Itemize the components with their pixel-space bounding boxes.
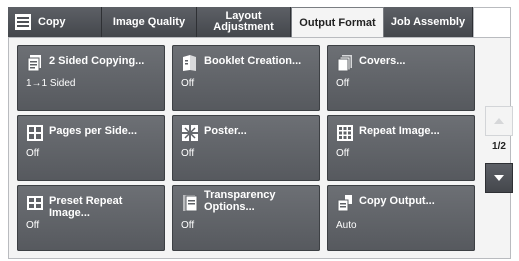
tile-title: 2 Sided Copying... (49, 55, 145, 67)
booklet-creation-button[interactable]: Booklet Creation... Off (172, 45, 320, 111)
preset-repeat-image-icon (26, 194, 44, 212)
repeat-image-button[interactable]: Repeat Image... Off (327, 115, 475, 181)
transparency-options-button[interactable]: Transparency Options... Off (172, 185, 320, 251)
tile-value: Off (181, 78, 195, 89)
tile-value: Off (26, 220, 40, 231)
covers-icon (336, 54, 354, 72)
tile-value: Off (336, 148, 350, 159)
tab-layout-adjustment[interactable]: Layout Adjustment (197, 7, 291, 37)
tile-value: Auto (336, 220, 357, 231)
tab-label: Image Quality (112, 15, 186, 28)
copy-output-icon (336, 194, 354, 212)
chevron-down-icon (494, 175, 504, 181)
tile-title: Copy Output... (359, 195, 435, 207)
tab-image-quality[interactable]: Image Quality (102, 7, 197, 37)
tile-title: Pages per Side... (49, 125, 138, 137)
pages-per-side-button[interactable]: Pages per Side... Off (17, 115, 165, 181)
tile-title: Poster... (204, 125, 247, 137)
tab-bar: Copy Image Quality Layout Adjustment Out… (8, 7, 473, 39)
transparency-icon (181, 194, 199, 212)
chevron-up-icon (494, 118, 504, 124)
poster-icon (181, 124, 199, 142)
scroll-up-button[interactable] (485, 106, 513, 136)
page-indicator: 1/2 (492, 141, 506, 152)
tile-value: Off (181, 220, 195, 231)
tile-value: Off (181, 148, 195, 159)
preset-repeat-image-button[interactable]: Preset Repeat Image... Off (17, 185, 165, 251)
copy-output-button[interactable]: Copy Output... Auto (327, 185, 475, 251)
booklet-icon (181, 54, 199, 72)
tile-value: Off (336, 78, 350, 89)
pages-per-side-icon (26, 124, 44, 142)
tile-title: Covers... (359, 55, 406, 67)
two-sided-copy-icon (26, 54, 44, 72)
tile-title: Repeat Image... (359, 125, 440, 137)
tile-value: Off (26, 148, 40, 159)
copy-icon (14, 13, 32, 31)
tab-job-assembly[interactable]: Job Assembly (384, 7, 473, 37)
screen: Copy Image Quality Layout Adjustment Out… (0, 0, 519, 261)
repeat-image-icon (336, 124, 354, 142)
tab-output-format[interactable]: Output Format (291, 7, 384, 39)
feature-panel: 2 Sided Copying... 1→1 Sided Booklet Cre… (8, 37, 511, 259)
tile-title: Booklet Creation... (204, 55, 302, 67)
poster-button[interactable]: Poster... Off (172, 115, 320, 181)
tab-copy[interactable]: Copy (8, 7, 102, 37)
two-sided-copying-button[interactable]: 2 Sided Copying... 1→1 Sided (17, 45, 165, 111)
tab-label: Job Assembly (390, 15, 466, 28)
tab-bar-filler (473, 7, 511, 37)
tile-title: Transparency Options... (204, 189, 276, 213)
tab-label: Output Format (299, 17, 376, 29)
tab-label: Copy (38, 15, 66, 28)
covers-button[interactable]: Covers... Off (327, 45, 475, 111)
tile-value: 1→1 Sided (26, 78, 76, 89)
scroll-down-button[interactable] (485, 163, 513, 193)
tab-label: Layout Adjustment (213, 10, 274, 33)
tile-title: Preset Repeat Image... (49, 195, 123, 219)
